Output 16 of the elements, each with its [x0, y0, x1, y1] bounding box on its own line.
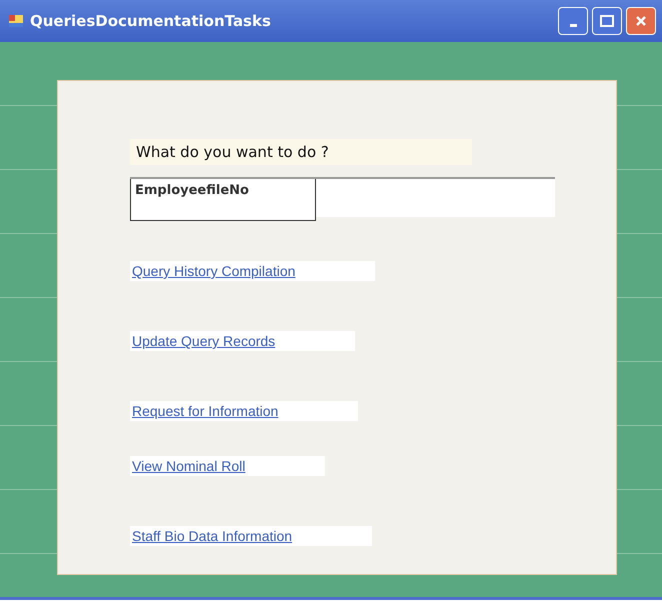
input-field[interactable]	[316, 179, 555, 217]
task-link[interactable]: Staff Bio Data Information	[130, 526, 372, 546]
maximize-icon	[600, 15, 614, 27]
employee-file-label: EmployeefileNo	[130, 179, 316, 221]
window-title: QueriesDocumentationTasks	[30, 12, 272, 30]
task-link[interactable]: View Nominal Roll	[130, 456, 326, 476]
minimize-button[interactable]	[558, 7, 588, 35]
prompt-label: What do you want to do ?	[130, 139, 472, 165]
task-link[interactable]: Query History Compilation	[130, 261, 376, 281]
close-icon	[635, 15, 647, 27]
task-link[interactable]: Request for Information	[130, 401, 358, 421]
minimize-icon	[570, 24, 576, 26]
window-icon	[8, 13, 24, 29]
task-link[interactable]: Update Query Records	[130, 331, 356, 351]
close-button[interactable]	[626, 7, 656, 35]
maximize-button[interactable]	[592, 7, 622, 35]
